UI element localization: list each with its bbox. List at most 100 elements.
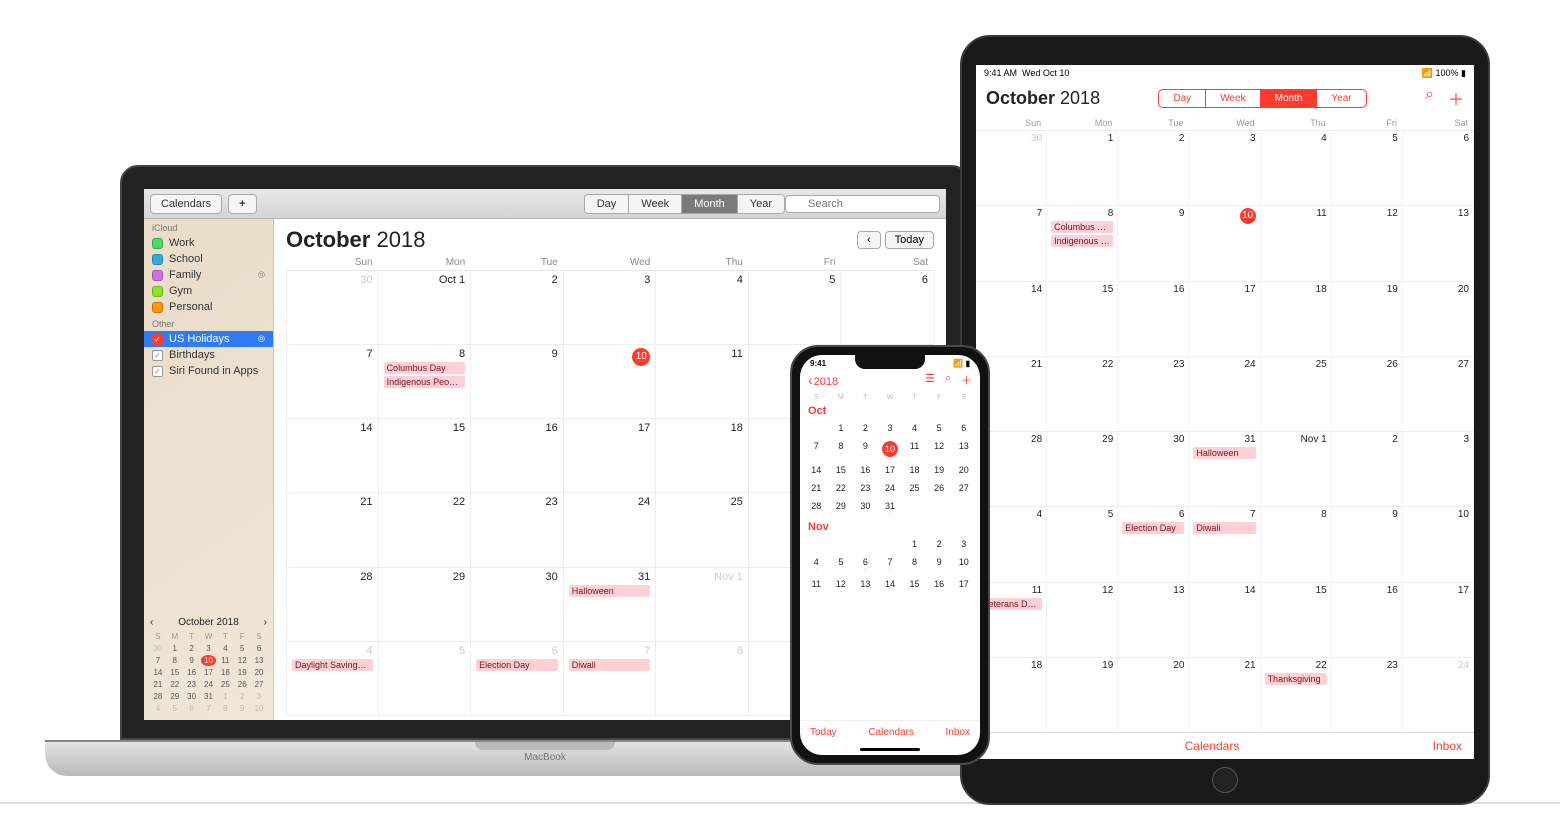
day-cell[interactable]: 21 [286,493,379,567]
day-cell[interactable]: 3 [564,271,657,345]
day-cell[interactable]: 17 [1189,281,1260,356]
event[interactable]: Indigenous Peop… [1051,235,1113,247]
sidebar-item-school[interactable]: School [144,251,273,267]
day-cell[interactable]: 27 [951,479,976,497]
day-cell[interactable]: 10 [564,345,657,419]
mini-prev[interactable]: ‹ [150,617,153,628]
day-cell[interactable]: 8 [829,437,854,461]
day-cell[interactable]: 17 [564,419,657,493]
day-cell[interactable]: 16 [927,575,952,597]
day-cell[interactable]: 21 [804,479,829,497]
inbox-link[interactable]: Inbox [1433,739,1462,753]
day-cell[interactable]: 4 [804,553,829,575]
day-cell[interactable]: 25 [1261,356,1332,431]
day-cell[interactable]: 15 [902,575,927,597]
day-cell[interactable] [951,497,976,519]
search-icon[interactable]: ⌕ [945,372,951,388]
day-cell[interactable]: 11 [804,575,829,597]
view-week[interactable]: Week [1206,90,1260,107]
event[interactable]: Columbus Day [1051,221,1113,233]
day-cell[interactable]: 6Election Day [1118,506,1189,581]
day-cell[interactable]: 20 [1118,657,1189,732]
day-cell[interactable] [853,535,878,553]
day-cell[interactable]: 8 [656,642,749,716]
day-cell[interactable]: 2 [1332,431,1403,506]
day-cell[interactable]: 30 [853,497,878,519]
day-cell[interactable]: 16 [1332,582,1403,657]
day-cell[interactable]: 12 [829,575,854,597]
day-cell[interactable]: 10 [1189,205,1260,280]
day-cell[interactable]: 10 [878,437,903,461]
sidebar-item-us-holidays[interactable]: US Holidays⦾ [144,331,273,347]
day-cell[interactable]: 31Halloween [564,568,657,642]
day-cell[interactable]: 7Diwali [1189,506,1260,581]
event[interactable]: Election Day [476,659,558,671]
day-cell[interactable]: 15 [1047,281,1118,356]
day-cell[interactable]: 6 [853,553,878,575]
calendars-link[interactable]: Calendars [1185,739,1240,753]
day-cell[interactable] [804,419,829,437]
day-cell[interactable]: 20 [1403,281,1474,356]
day-cell[interactable]: 12 [1332,205,1403,280]
day-cell[interactable]: 22Thanksgiving [1261,657,1332,732]
day-cell[interactable]: 25 [902,479,927,497]
search-input[interactable] [785,195,940,213]
day-cell[interactable] [804,535,829,553]
day-cell[interactable]: 12 [1047,582,1118,657]
mini-next[interactable]: › [264,617,267,628]
day-cell[interactable]: 3 [878,419,903,437]
day-cell[interactable]: 7 [804,437,829,461]
home-button[interactable] [1212,767,1238,793]
day-cell[interactable]: 4 [902,419,927,437]
day-cell[interactable] [902,497,927,519]
day-cell[interactable]: 5 [1332,130,1403,205]
day-cell[interactable]: 20 [951,461,976,479]
event[interactable]: Daylight Saving… [292,659,373,671]
day-cell[interactable]: 5 [379,642,472,716]
day-cell[interactable]: 30 [286,271,379,345]
day-cell[interactable]: 10 [1403,506,1474,581]
inbox-link[interactable]: Inbox [946,727,970,738]
day-cell[interactable]: 3 [951,535,976,553]
event[interactable]: Diwali [1193,522,1255,534]
day-cell[interactable]: 28 [286,568,379,642]
day-cell[interactable]: 7 [286,345,379,419]
day-cell[interactable]: 14 [976,281,1047,356]
day-cell[interactable]: 14 [286,419,379,493]
day-cell[interactable]: 6 [1403,130,1474,205]
sidebar-item-siri-found-in-apps[interactable]: Siri Found in Apps [144,363,273,379]
day-cell[interactable]: 27 [1403,356,1474,431]
day-cell[interactable]: 29 [829,497,854,519]
day-cell[interactable]: 2 [471,271,564,345]
back-button[interactable]: 2018 [808,372,838,388]
day-cell[interactable]: 15 [1261,582,1332,657]
day-cell[interactable]: Oct 1 [379,271,472,345]
event[interactable]: Halloween [1193,447,1255,459]
day-cell[interactable]: 19 [1332,281,1403,356]
day-cell[interactable]: 14 [804,461,829,479]
day-cell[interactable]: 26 [1332,356,1403,431]
day-cell[interactable]: 11 [1261,205,1332,280]
sidebar-item-work[interactable]: Work [144,235,273,251]
day-cell[interactable]: 3 [1189,130,1260,205]
sidebar-item-personal[interactable]: Personal [144,299,273,315]
day-cell[interactable]: 30 [1118,431,1189,506]
day-cell[interactable]: 14 [878,575,903,597]
day-cell[interactable]: 3 [1403,431,1474,506]
day-cell[interactable]: 17 [1403,582,1474,657]
add-icon[interactable]: ＋ [1448,86,1464,110]
day-cell[interactable]: 5 [829,553,854,575]
calendars-link[interactable]: Calendars [868,727,914,738]
day-cell[interactable]: 6Election Day [471,642,564,716]
day-cell[interactable]: 16 [471,419,564,493]
day-cell[interactable]: 30 [976,130,1047,205]
home-indicator[interactable] [860,748,920,751]
day-cell[interactable]: 9 [853,437,878,461]
day-cell[interactable]: 29 [1047,431,1118,506]
event[interactable]: Election Day [1122,522,1184,534]
day-cell[interactable]: 16 [853,461,878,479]
day-cell[interactable]: 8 [1261,506,1332,581]
day-cell[interactable]: 1 [902,535,927,553]
day-cell[interactable]: 2 [1118,130,1189,205]
view-week[interactable]: Week [629,195,682,213]
